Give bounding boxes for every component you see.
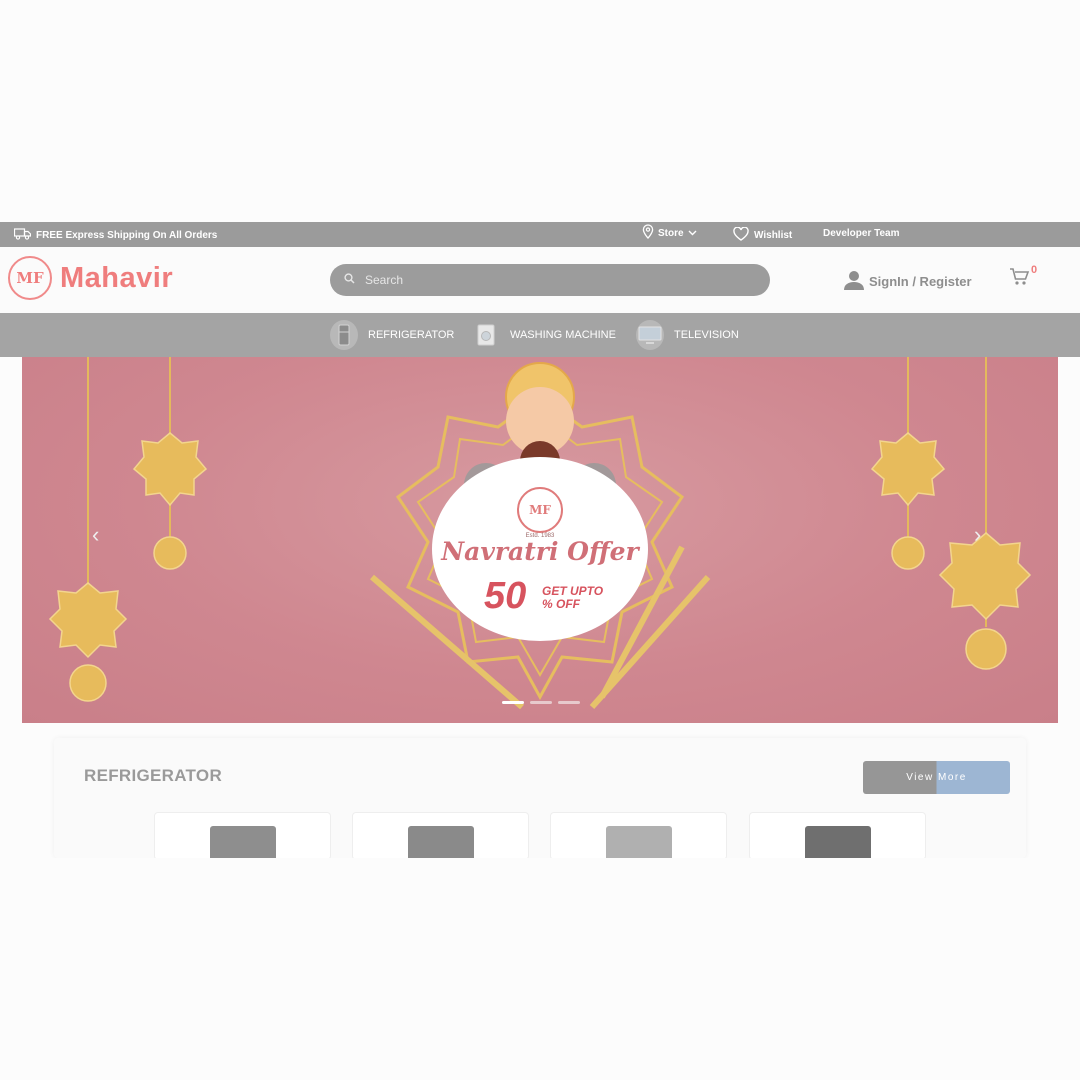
cart-icon bbox=[1009, 268, 1031, 291]
offer-discount-text: GET UPTO % OFF bbox=[542, 585, 603, 611]
chevron-down-icon bbox=[688, 228, 697, 239]
search-icon[interactable] bbox=[344, 271, 355, 289]
wishlist-link[interactable]: Wishlist bbox=[733, 226, 793, 244]
wishlist-label: Wishlist bbox=[754, 230, 793, 241]
slide-dot[interactable] bbox=[502, 701, 524, 704]
page-bottom-blank bbox=[0, 858, 1080, 1080]
page: FREE Express Shipping On All Orders Stor… bbox=[0, 0, 1080, 1080]
product-image bbox=[210, 826, 276, 859]
banner-prev-arrow-icon[interactable]: ‹ bbox=[92, 522, 99, 548]
product-card[interactable] bbox=[550, 812, 727, 860]
category-label: REFRIGERATOR bbox=[368, 329, 455, 341]
fridge-icon bbox=[330, 320, 358, 350]
store-selector[interactable]: Store bbox=[642, 224, 697, 242]
cart-count-badge: 0 bbox=[1031, 264, 1038, 276]
category-nav: REFRIGERATOR WASHING MACHINE TELEVISION bbox=[0, 313, 1080, 357]
banner-pagination bbox=[502, 701, 580, 704]
washing-machine-icon bbox=[472, 320, 500, 350]
signin-register-link[interactable]: SignIn / Register bbox=[843, 269, 972, 294]
category-television[interactable]: TELEVISION bbox=[636, 320, 739, 350]
developer-team-link[interactable]: Developer Team bbox=[823, 228, 900, 239]
offer-title: Navratri Offer bbox=[441, 537, 639, 566]
top-bar: FREE Express Shipping On All Orders Stor… bbox=[0, 222, 1080, 247]
slide-dot[interactable] bbox=[530, 701, 552, 704]
view-more-button[interactable]: View More bbox=[863, 761, 1010, 794]
user-icon bbox=[843, 269, 865, 294]
search-bar[interactable] bbox=[330, 264, 770, 296]
logo-mark: MF bbox=[8, 256, 52, 300]
cart-button[interactable]: 0 bbox=[1009, 264, 1037, 292]
offer-discount-line2: % OFF bbox=[542, 597, 580, 611]
refrigerator-section: REFRIGERATOR View More bbox=[54, 738, 1026, 860]
store-label: Store bbox=[658, 227, 684, 239]
product-image bbox=[408, 826, 474, 859]
television-icon bbox=[636, 320, 664, 350]
section-title: REFRIGERATOR bbox=[84, 766, 223, 785]
header: MF Mahavir SignIn / Register 0 bbox=[0, 247, 1080, 313]
truck-icon bbox=[13, 228, 32, 243]
category-refrigerator[interactable]: REFRIGERATOR bbox=[330, 320, 454, 350]
product-card[interactable] bbox=[154, 812, 331, 860]
product-card[interactable] bbox=[749, 812, 926, 860]
heart-icon bbox=[733, 226, 749, 244]
category-label: TELEVISION bbox=[674, 329, 739, 341]
search-input[interactable] bbox=[365, 273, 745, 287]
category-label: WASHING MACHINE bbox=[510, 329, 616, 341]
brand-name: Mahavir bbox=[60, 261, 174, 294]
hero-banner[interactable]: MF Estd. 1983 Navratri Offer 50 GET UPTO… bbox=[22, 357, 1058, 723]
product-card[interactable] bbox=[352, 812, 529, 860]
shipping-text: FREE Express Shipping On All Orders bbox=[36, 230, 218, 241]
shipping-notice: FREE Express Shipping On All Orders bbox=[13, 228, 218, 243]
product-image bbox=[606, 826, 672, 859]
slide-dot[interactable] bbox=[558, 701, 580, 704]
location-pin-icon bbox=[642, 224, 654, 242]
brand-logo[interactable]: MF Mahavir bbox=[8, 256, 173, 300]
product-image bbox=[805, 826, 871, 859]
offer-discount-number: 50 bbox=[484, 575, 527, 617]
signin-label: SignIn / Register bbox=[869, 274, 972, 289]
category-washing-machine[interactable]: WASHING MACHINE bbox=[472, 320, 616, 350]
banner-next-arrow-icon[interactable]: › bbox=[974, 522, 981, 548]
offer-logo-mark: MF bbox=[517, 487, 563, 533]
